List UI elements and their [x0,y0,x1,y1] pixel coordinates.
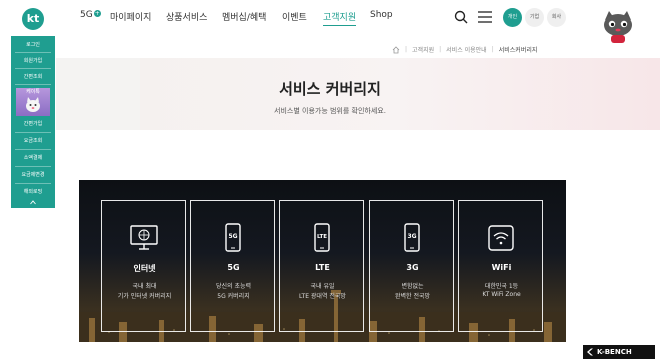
coverage-card-5g[interactable]: 5G 5G 당신의 초능력 5G 커버리지 [190,200,275,332]
page-subtitle: 서비스별 이용가능 범위를 확인하세요. [274,107,386,115]
quick-divider [15,52,51,53]
segment-personal-button[interactable]: 개인 [503,8,522,27]
quick-divider [15,84,51,85]
phone-5g-icon: 5G [225,223,241,252]
breadcrumb-separator: | [405,46,408,53]
nav-5g-label: 5G [80,10,93,20]
breadcrumb-item-support[interactable]: 고객지원 [412,45,434,54]
quick-micropayment[interactable]: 소액결제 [11,154,55,162]
coverage-card-lte[interactable]: LTE LTE 국내 유일 LTE 광대역 전국망 [279,200,364,332]
breadcrumb-item-service-guide[interactable]: 서비스 이용안내 [446,45,487,54]
coverage-panel: 인터넷 국내 최대 기가 인터넷 커버리지 5G 5G 당신의 초능력 5G 커… [79,180,566,342]
coverage-desc-line1: 국내 최대 [132,283,157,290]
coverage-title: LTE [315,263,330,272]
coverage-title: 3G [406,263,419,272]
quick-divider [15,149,51,150]
phone-3g-icon: 3G [404,223,420,252]
breadcrumb-item-current: 서비스커버리지 [498,47,538,54]
quick-login[interactable]: 로그인 [11,41,55,49]
breadcrumb: | 고객지원 | 서비스 이용안내 | 서비스커버리지 [392,45,537,54]
phone-icon-text: 3G [407,233,416,240]
coverage-desc-line1: 대한민국 1등 [484,283,519,290]
nav-5g[interactable]: 5G + [80,10,101,20]
nav-shop[interactable]: Shop [370,10,393,20]
kt-logo[interactable]: kt [22,8,44,30]
coverage-card-wifi[interactable]: WiFi 대한민국 1등 KT WiFi Zone [458,200,543,332]
nav-support[interactable]: 고객지원 [323,10,357,26]
kbench-watermark: K-BENCH [583,345,655,359]
coverage-card-3g[interactable]: 3G 3G 변함없는 완벽한 전국망 [369,200,454,332]
quick-roaming[interactable]: 해외로밍 [11,188,55,196]
kbench-logo-mark [587,348,593,356]
coverage-title: 5G [227,263,240,272]
segment-corporate-button[interactable]: 회사 [547,8,566,27]
coverage-title: 인터넷 [133,264,156,273]
nav-products[interactable]: 상품서비스 [166,10,207,23]
wifi-icon [488,225,514,251]
phone-lte-icon: LTE [314,223,330,252]
nav-mypage[interactable]: 마이페이지 [110,10,151,23]
quick-bill-lookup[interactable]: 요금조회 [11,137,55,145]
coverage-desc-line1: 변함없는 [401,283,424,290]
phone-icon-text: 5G [228,233,237,240]
page-title: 서비스 커버리지 [279,80,381,98]
home-icon[interactable] [392,45,400,54]
coverage-desc-line2: LTE 광대역 전국망 [299,293,346,300]
coverage-card-internet[interactable]: 인터넷 국내 최대 기가 인터넷 커버리지 [101,200,186,332]
coverage-desc-line2: 완벽한 전국망 [394,293,431,300]
quick-divider [15,132,51,133]
ktalk-card[interactable] [16,88,50,116]
breadcrumb-separator: | [491,46,494,53]
breadcrumb-separator: | [439,46,442,53]
hamburger-menu-icon[interactable] [478,11,492,23]
coverage-desc-line2: 기가 인터넷 커버리지 [117,293,172,300]
coverage-desc-line2: KT WiFi Zone [482,291,521,298]
site-header: kt 5G + 마이페이지 상품서비스 멤버십/혜택 이벤트 고객지원 Shop … [0,0,660,43]
quick-easy-join[interactable]: 간편가입 [11,120,55,128]
quick-easy-lookup[interactable]: 간편조회 [11,73,55,81]
search-icon[interactable] [454,10,468,24]
coverage-desc-line1: 국내 유일 [310,283,335,290]
coverage-desc-line2: 5G 커버리지 [217,293,250,300]
nav-membership[interactable]: 멤버십/혜택 [222,10,266,23]
quick-divider [15,68,51,69]
cat-mascot-icon[interactable] [600,10,636,44]
globe-monitor-icon [130,225,158,250]
segment-business-button[interactable]: 기업 [525,8,544,27]
quick-signup[interactable]: 회원가입 [11,57,55,65]
kbench-text: K-BENCH [597,348,632,356]
coverage-desc-line1: 당신의 초능력 [215,283,252,290]
chevron-up-icon[interactable] [30,200,36,205]
quick-divider [15,183,51,184]
quick-menu: 로그인 회원가입 간편조회 케이톡 간편가입 요금조회 소액결제 요금제변경 해… [11,36,55,208]
nav-event[interactable]: 이벤트 [282,10,307,23]
coverage-title: WiFi [491,263,512,272]
quick-divider [15,166,51,167]
nav-5g-badge: + [93,10,101,17]
phone-icon-text: LTE [317,234,327,240]
quick-plan-change[interactable]: 요금제변경 [11,171,55,179]
